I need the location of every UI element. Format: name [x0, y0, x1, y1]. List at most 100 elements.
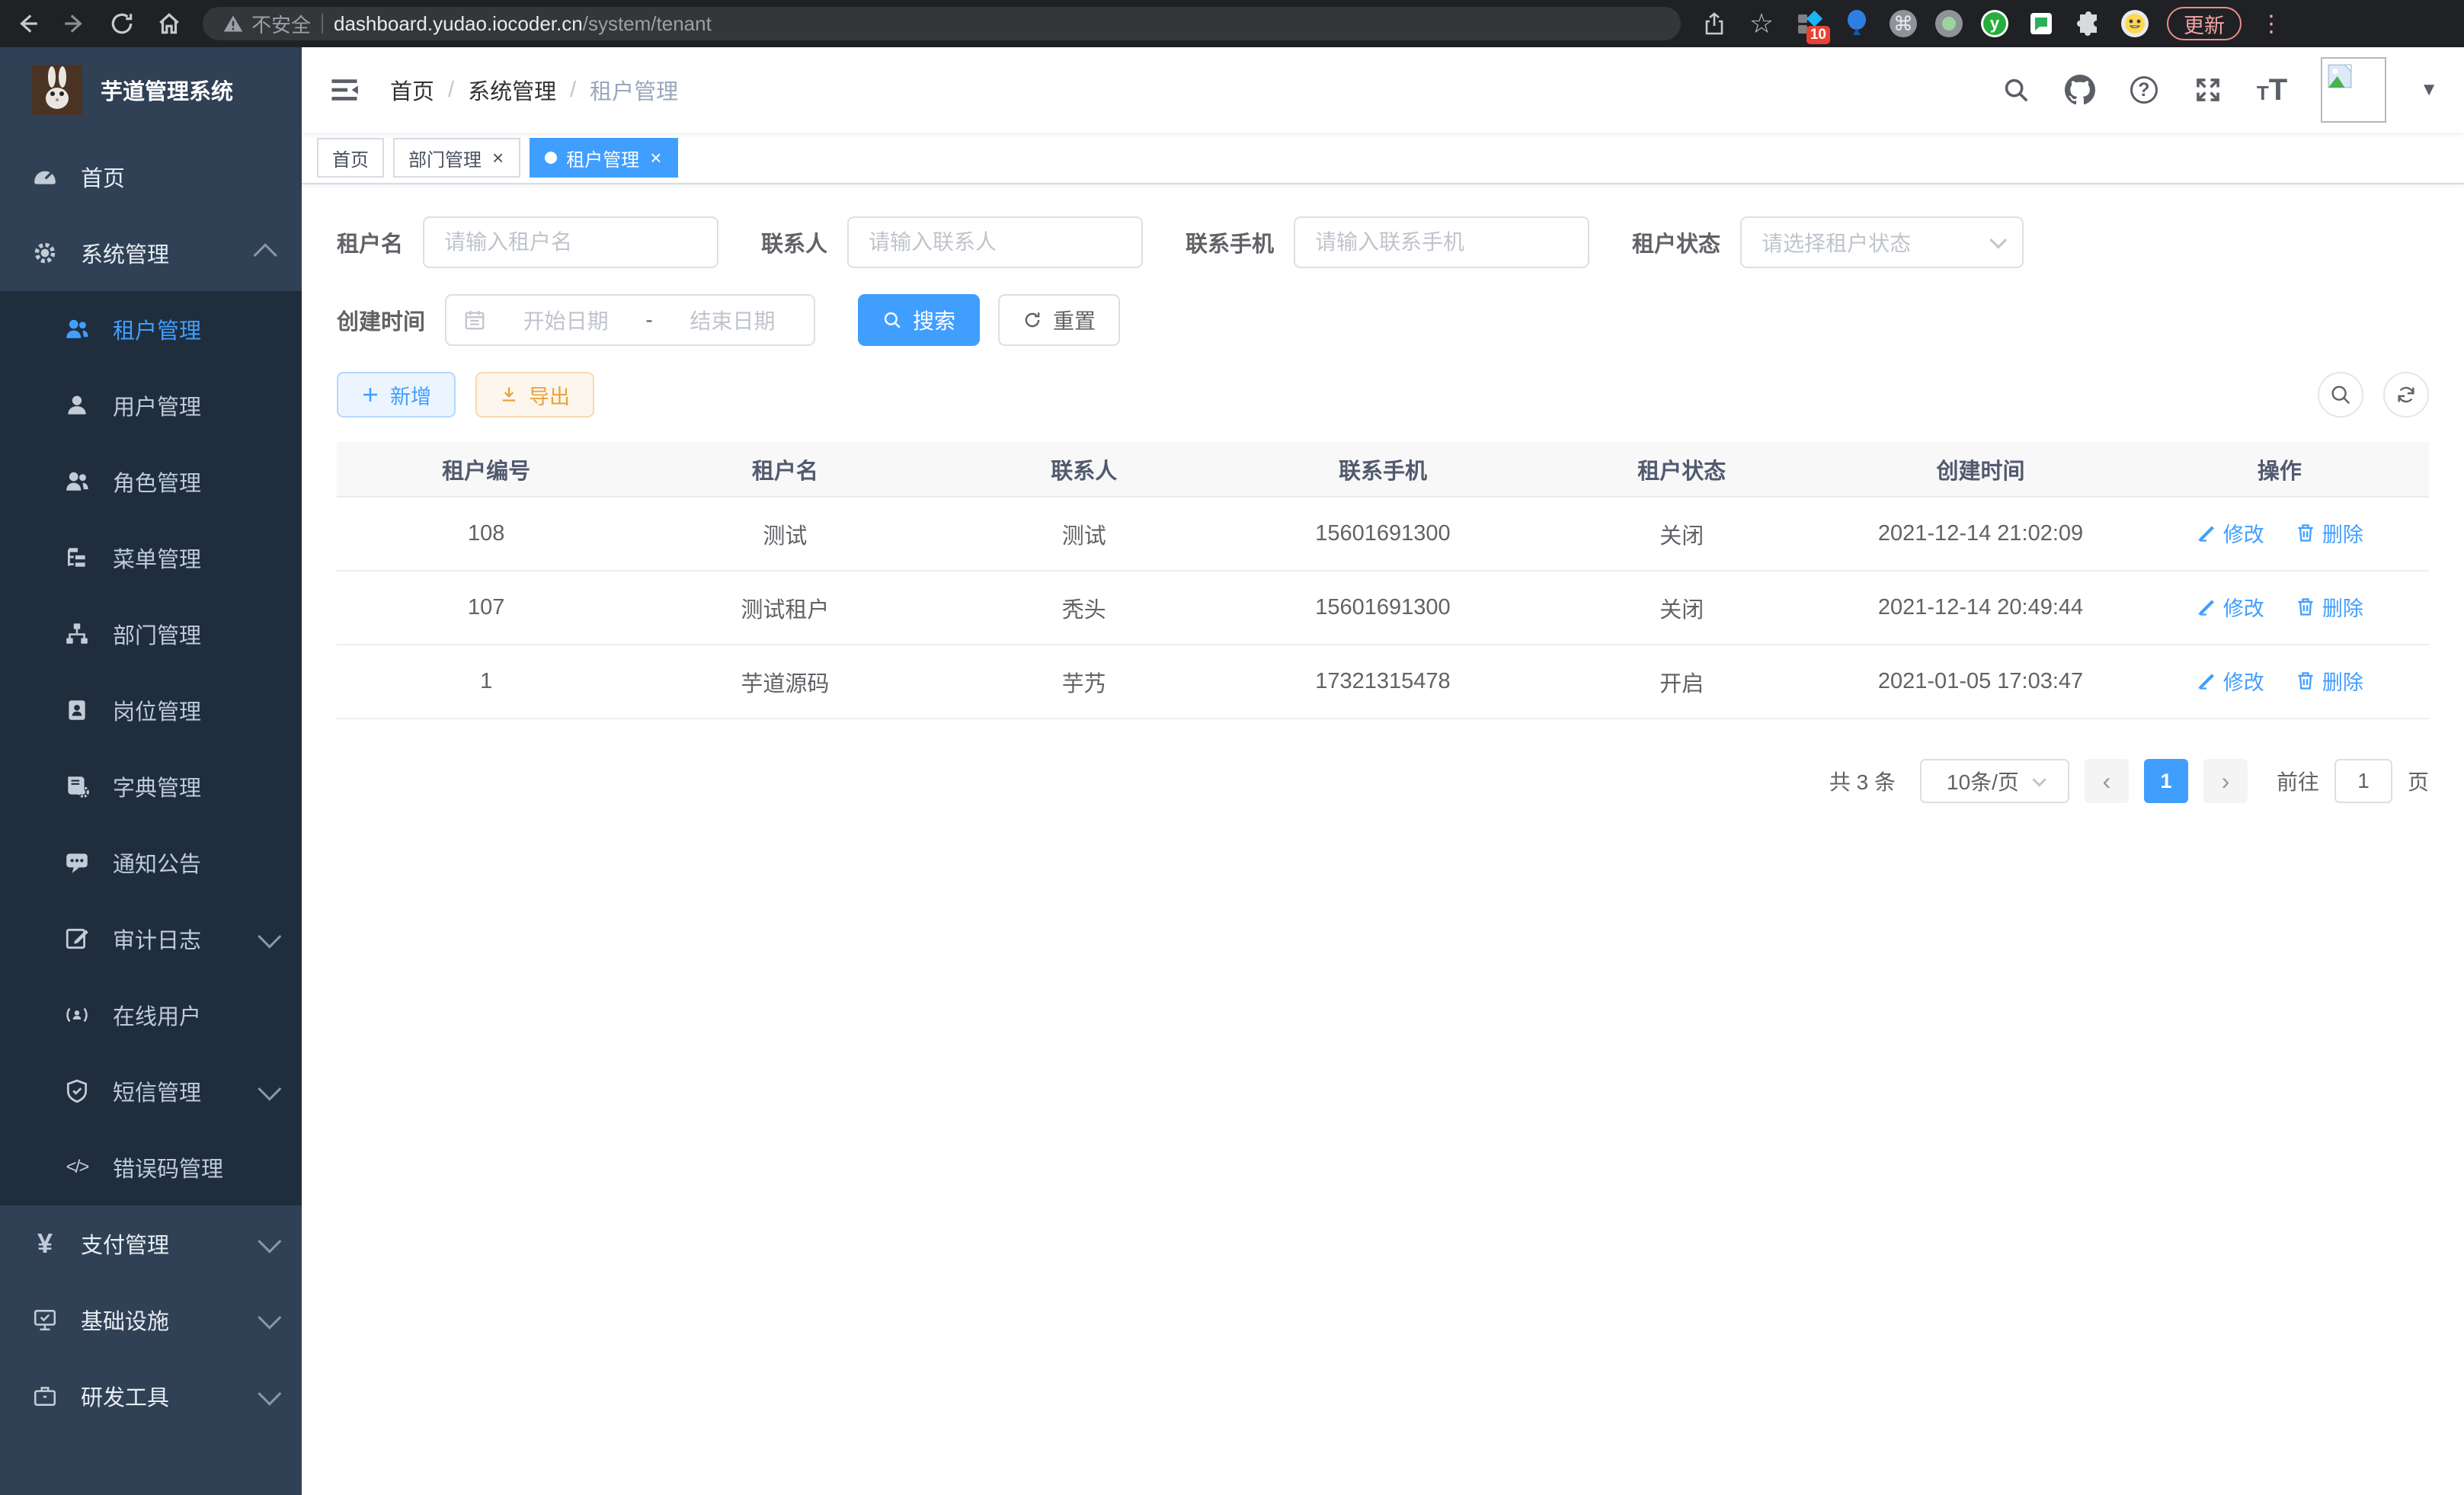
share-icon[interactable]: [1701, 10, 1728, 37]
sidebar-item-menu[interactable]: 菜单管理: [0, 520, 302, 596]
sidebar-item-post[interactable]: 岗位管理: [0, 672, 302, 748]
breadcrumb-home[interactable]: 首页: [390, 74, 434, 106]
sidebar-item-sms[interactable]: 短信管理: [0, 1053, 302, 1129]
edit-link[interactable]: 修改: [2196, 518, 2264, 548]
col-created: 创建时间: [1831, 442, 2130, 497]
chevron-down-icon: [258, 1077, 281, 1101]
close-icon[interactable]: ×: [491, 148, 505, 168]
tab-tenant[interactable]: 租户管理 ×: [530, 138, 678, 178]
active-dot: [545, 152, 557, 164]
status-select[interactable]: 请选择租户状态: [1740, 216, 2024, 268]
current-page-button[interactable]: 1: [2144, 759, 2188, 803]
status-text: 关闭: [1532, 571, 1831, 645]
security-warning[interactable]: 不安全: [222, 10, 311, 38]
page-size-select[interactable]: 10条/页: [1920, 759, 2069, 803]
sidebar-item-online-user[interactable]: 在线用户: [0, 977, 302, 1053]
page-content: 租户名 联系人 联系手机 租户状态 请选择租户状态: [302, 184, 2464, 1495]
trash-icon: [2295, 596, 2316, 617]
extension-dot-icon[interactable]: [1935, 10, 1963, 37]
sidebar-item-dict[interactable]: 字典管理: [0, 748, 302, 824]
chevron-down-icon: [1990, 232, 2008, 249]
export-button[interactable]: 导出: [475, 372, 594, 418]
browser-back-icon[interactable]: [14, 10, 41, 37]
extension-cmd-icon[interactable]: ⌘: [1890, 10, 1917, 37]
trash-icon: [2295, 522, 2316, 543]
dictionary-icon: [64, 773, 90, 799]
delete-link[interactable]: 删除: [2295, 518, 2363, 548]
date-start-placeholder: 开始日期: [501, 305, 630, 335]
sidebar-item-pay[interactable]: ¥ 支付管理: [0, 1205, 302, 1282]
extension-grid-icon[interactable]: 10: [1795, 9, 1824, 38]
sidebar-item-infra[interactable]: 基础设施: [0, 1282, 302, 1358]
extension-emoji-icon[interactable]: [2121, 10, 2149, 37]
chevron-down-icon: [258, 1306, 281, 1330]
extension-balloon-icon[interactable]: [1842, 9, 1871, 38]
browser-home-icon[interactable]: [155, 10, 183, 37]
tab-home[interactable]: 首页: [317, 138, 384, 178]
tab-dept[interactable]: 部门管理 ×: [393, 138, 520, 178]
sidebar-item-system[interactable]: 系统管理: [0, 215, 302, 291]
search-button-wrap: 搜索: [858, 294, 980, 346]
delete-link[interactable]: 删除: [2295, 592, 2363, 622]
sidebar-collapse-icon[interactable]: [328, 73, 361, 107]
breadcrumb: 首页 / 系统管理 / 租户管理: [390, 74, 678, 106]
next-page-button[interactable]: ›: [2203, 759, 2248, 803]
browser-update-button[interactable]: 更新: [2167, 7, 2242, 40]
date-range-picker[interactable]: 开始日期 - 结束日期: [445, 294, 815, 346]
edit-link[interactable]: 修改: [2196, 592, 2264, 622]
breadcrumb-system[interactable]: 系统管理: [468, 74, 556, 106]
contact-input[interactable]: [847, 216, 1143, 268]
sidebar-item-notice[interactable]: 通知公告: [0, 824, 302, 901]
browser-menu-dots-icon[interactable]: ⋮: [2260, 11, 2283, 37]
sidebar-item-dept[interactable]: 部门管理: [0, 596, 302, 672]
url-text: dashboard.yudao.iocoder.cn/system/tenant: [334, 12, 712, 36]
sidebar-item-errcode[interactable]: </> 错误码管理: [0, 1129, 302, 1205]
col-status: 租户状态: [1532, 442, 1831, 497]
delete-link[interactable]: 删除: [2295, 666, 2363, 696]
sidebar-item-tenant[interactable]: 租户管理: [0, 291, 302, 367]
avatar-caret-icon[interactable]: ▼: [2420, 79, 2438, 101]
edit-link[interactable]: 修改: [2196, 666, 2264, 696]
tree-icon: [64, 545, 90, 571]
sidebar-item-user[interactable]: 用户管理: [0, 367, 302, 443]
help-icon[interactable]: ?: [2129, 75, 2159, 105]
search-button[interactable]: 搜索: [858, 294, 980, 346]
add-button[interactable]: 新增: [337, 372, 456, 418]
refresh-icon: [1022, 310, 1042, 330]
sidebar-item-home[interactable]: 首页: [0, 139, 302, 215]
browser-reload-icon[interactable]: [108, 10, 136, 37]
mobile-input[interactable]: [1294, 216, 1589, 268]
refresh-table-icon[interactable]: [2383, 372, 2429, 418]
address-bar[interactable]: 不安全 dashboard.yudao.iocoder.cn/system/te…: [203, 7, 1681, 40]
sidebar-item-role[interactable]: 角色管理: [0, 443, 302, 520]
online-users-icon: [64, 1002, 90, 1028]
browser-forward-icon[interactable]: [61, 10, 88, 37]
contact-label: 联系人: [761, 226, 827, 258]
extension-puzzle-icon[interactable]: [2074, 9, 2103, 38]
table-toolbar: 新增 导出: [337, 372, 2429, 418]
reset-button[interactable]: 重置: [998, 294, 1120, 346]
url-host: dashboard.yudao.iocoder.cn: [334, 12, 583, 35]
sidebar-menu: 首页 系统管理 租户管理 用户管理 角色管理 菜单管理: [0, 133, 302, 1434]
tenant-name-input[interactable]: [423, 216, 718, 268]
avatar[interactable]: [2321, 57, 2386, 123]
font-size-icon[interactable]: TT: [2257, 75, 2287, 105]
total-count: 共 3 条: [1829, 766, 1896, 796]
col-mobile: 联系手机: [1234, 442, 1532, 497]
show-search-toggle-icon[interactable]: [2318, 372, 2363, 418]
sidebar-item-devtools[interactable]: 研发工具: [0, 1358, 302, 1434]
filter-status: 租户状态 请选择租户状态: [1632, 216, 2024, 268]
fullscreen-icon[interactable]: [2193, 75, 2223, 105]
extension-chat-icon[interactable]: [2027, 9, 2056, 38]
github-icon[interactable]: [2065, 75, 2095, 105]
goto-page-input[interactable]: [2334, 759, 2392, 803]
extension-y-icon[interactable]: y: [1981, 10, 2008, 37]
logo-row[interactable]: 芋道管理系统: [0, 47, 302, 133]
prev-page-button[interactable]: ‹: [2085, 759, 2129, 803]
date-separator: -: [645, 308, 652, 332]
sidebar-item-audit-log[interactable]: 审计日志: [0, 901, 302, 977]
bookmark-star-icon[interactable]: ☆: [1748, 10, 1775, 37]
close-icon[interactable]: ×: [648, 148, 663, 168]
filter-create-time: 创建时间 开始日期 - 结束日期: [337, 294, 815, 346]
header-search-icon[interactable]: [2001, 75, 2031, 105]
